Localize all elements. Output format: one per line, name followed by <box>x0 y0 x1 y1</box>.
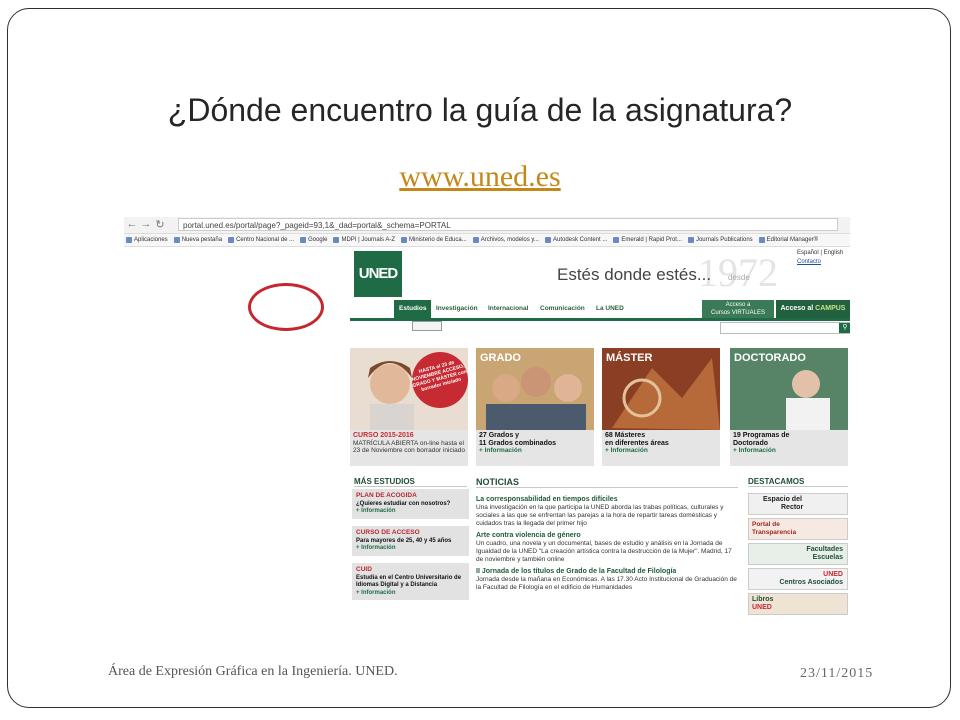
bookmark-item[interactable]: MDPI | Journals A-Z <box>333 234 395 246</box>
footer-date: 23/11/2015 <box>800 666 874 681</box>
tile-master[interactable]: MÁSTER 68 Másteres en diferentes áreas +… <box>602 348 720 466</box>
page-icon <box>758 237 765 243</box>
noticias-title: NOTICIAS <box>476 477 738 488</box>
highlight-circle <box>248 283 324 331</box>
bookmark-item[interactable]: Archivos, modelos y... <box>472 234 539 246</box>
menu-comunicacion[interactable]: Comunicación <box>540 300 585 318</box>
language-links[interactable]: Español | English <box>797 249 843 258</box>
slogan-small: desde <box>728 273 750 282</box>
tile-matricula[interactable]: HASTA el 23 de NOVIEMBRE ACCESO, GRADO Y… <box>350 348 468 466</box>
news-item: Arte contra violencia de género Un cuadr… <box>476 532 732 563</box>
bookmark-item[interactable]: Aplicaciones <box>126 234 168 246</box>
reload-icon[interactable]: ↻ <box>154 218 166 231</box>
tile-caption: 19 Programas de Doctorado + Información <box>730 430 848 466</box>
uned-link-container: www.uned.es <box>0 160 960 194</box>
news-item: La corresponsabilidad en tiempos difícil… <box>476 496 724 527</box>
study-tiles: HASTA el 23 de NOVIEMBRE ACCESO, GRADO Y… <box>350 348 850 466</box>
browser-screenshot: ← → ↻ portal.uned.es/portal/page?_pageid… <box>124 213 850 633</box>
page-icon <box>544 237 551 243</box>
bookmark-item[interactable]: Journals Publications <box>687 234 753 246</box>
virtual-courses-button[interactable]: Acceso a Cursos VIRTUALES <box>702 300 774 318</box>
slide-title: ¿Dónde encuentro la guía de la asignatur… <box>167 92 793 128</box>
menu-estudios[interactable]: Estudios <box>394 300 432 318</box>
search-icon[interactable]: ⚲ <box>839 323 850 333</box>
top-links: Español | English Contacto <box>797 249 843 267</box>
bottom-section: MÁS ESTUDIOS PLAN DE ACOGIDA ¿Quieres es… <box>350 473 850 633</box>
site-search-input[interactable]: ⚲ <box>720 322 850 334</box>
page-icon <box>173 237 180 243</box>
menu-la-uned[interactable]: La UNED <box>596 300 624 318</box>
apps-icon <box>126 237 132 243</box>
url-input[interactable]: portal.uned.es/portal/page?_pageid=93,1&… <box>178 218 838 231</box>
page-icon <box>613 237 620 243</box>
page-icon <box>687 237 694 243</box>
back-icon[interactable]: ← <box>126 218 138 230</box>
news-list: La corresponsabilidad en tiempos difícil… <box>476 496 738 596</box>
news-headline[interactable]: Arte contra violencia de género <box>476 532 581 539</box>
bookmark-item[interactable]: Nueva pestaña <box>173 234 222 246</box>
news-headline[interactable]: La corresponsabilidad en tiempos difícil… <box>476 496 618 503</box>
rector-banner[interactable]: Espacio del Rector <box>748 493 848 515</box>
bookmark-item[interactable]: Ministerio de Educa... <box>401 234 467 246</box>
main-menu: Estudios Investigación Internacional Com… <box>350 300 850 321</box>
page-icon <box>228 237 235 243</box>
bookmark-item[interactable]: Emerald | Rapid Prot... <box>613 234 682 246</box>
facultades-banner[interactable]: Facultades Escuelas <box>748 543 848 565</box>
tile-heading: MÁSTER <box>606 352 653 364</box>
bookmarks-bar: Aplicaciones Nueva pestaña Centro Nacion… <box>124 234 850 247</box>
forward-icon[interactable]: → <box>140 218 152 230</box>
tile-heading: DOCTORADO <box>734 352 806 364</box>
uned-logo[interactable]: UNED <box>354 251 402 297</box>
libros-banner[interactable]: Libros UNED <box>748 593 848 615</box>
menu-investigacion[interactable]: Investigación <box>436 300 478 318</box>
cuid-box[interactable]: CUID Estudia en el Centro Universitario … <box>352 563 469 600</box>
news-item: II Jornada de los títulos de Grado de la… <box>476 568 737 591</box>
google-icon <box>300 237 307 243</box>
contact-link[interactable]: Contacto <box>797 258 843 267</box>
footer-department: Área de Expresión Gráfica en la Ingenier… <box>108 664 398 679</box>
bookmark-item[interactable]: Autodesk Content ... <box>544 234 607 246</box>
plan-acogida-box[interactable]: PLAN DE ACOGIDA ¿Quieres estudiar con no… <box>352 489 469 519</box>
address-bar: ← → ↻ portal.uned.es/portal/page?_pageid… <box>124 217 850 234</box>
bookmark-item[interactable]: Editorial Manager® <box>758 234 818 246</box>
transparencia-banner[interactable]: Portal de Transparencia <box>748 518 848 540</box>
menu-internacional[interactable]: Internacional <box>488 300 528 318</box>
mas-estudios-title: MÁS ESTUDIOS <box>354 477 467 487</box>
page-icon <box>333 237 340 243</box>
slogan: Estés donde estés... <box>557 265 712 284</box>
uned-link[interactable]: www.uned.es <box>399 160 560 193</box>
bookmark-item[interactable]: Google <box>300 234 327 246</box>
news-headline[interactable]: II Jornada de los títulos de Grado de la… <box>476 568 676 575</box>
tile-grado[interactable]: GRADO 27 Grados y 11 Grados combinados +… <box>476 348 594 466</box>
page-icon <box>472 237 479 243</box>
tile-caption: 68 Másteres en diferentes áreas + Inform… <box>602 430 720 466</box>
tile-heading: GRADO <box>480 352 521 364</box>
submenu-indicator <box>412 321 442 331</box>
curso-acceso-box[interactable]: CURSO DE ACCESO Para mayores de 25, 40 y… <box>352 526 469 556</box>
tile-caption: 27 Grados y 11 Grados combinados + Infor… <box>476 430 594 466</box>
bookmark-item[interactable]: Centro Nacional de ... <box>228 234 294 246</box>
page-icon <box>401 237 408 243</box>
centros-asociados-banner[interactable]: UNED Centros Asociados <box>748 568 848 590</box>
destacamos-title: DESTACAMOS <box>748 477 848 487</box>
tile-doctorado[interactable]: DOCTORADO 19 Programas de Doctorado + In… <box>730 348 848 466</box>
uned-site: UNED 1972 Estés donde estés... desde Esp… <box>350 249 850 633</box>
tile-caption: CURSO 2015-2016 MATRÍCULA ABIERTA on-lin… <box>350 430 468 466</box>
campus-button[interactable]: Acceso al CAMPUS <box>776 300 850 318</box>
